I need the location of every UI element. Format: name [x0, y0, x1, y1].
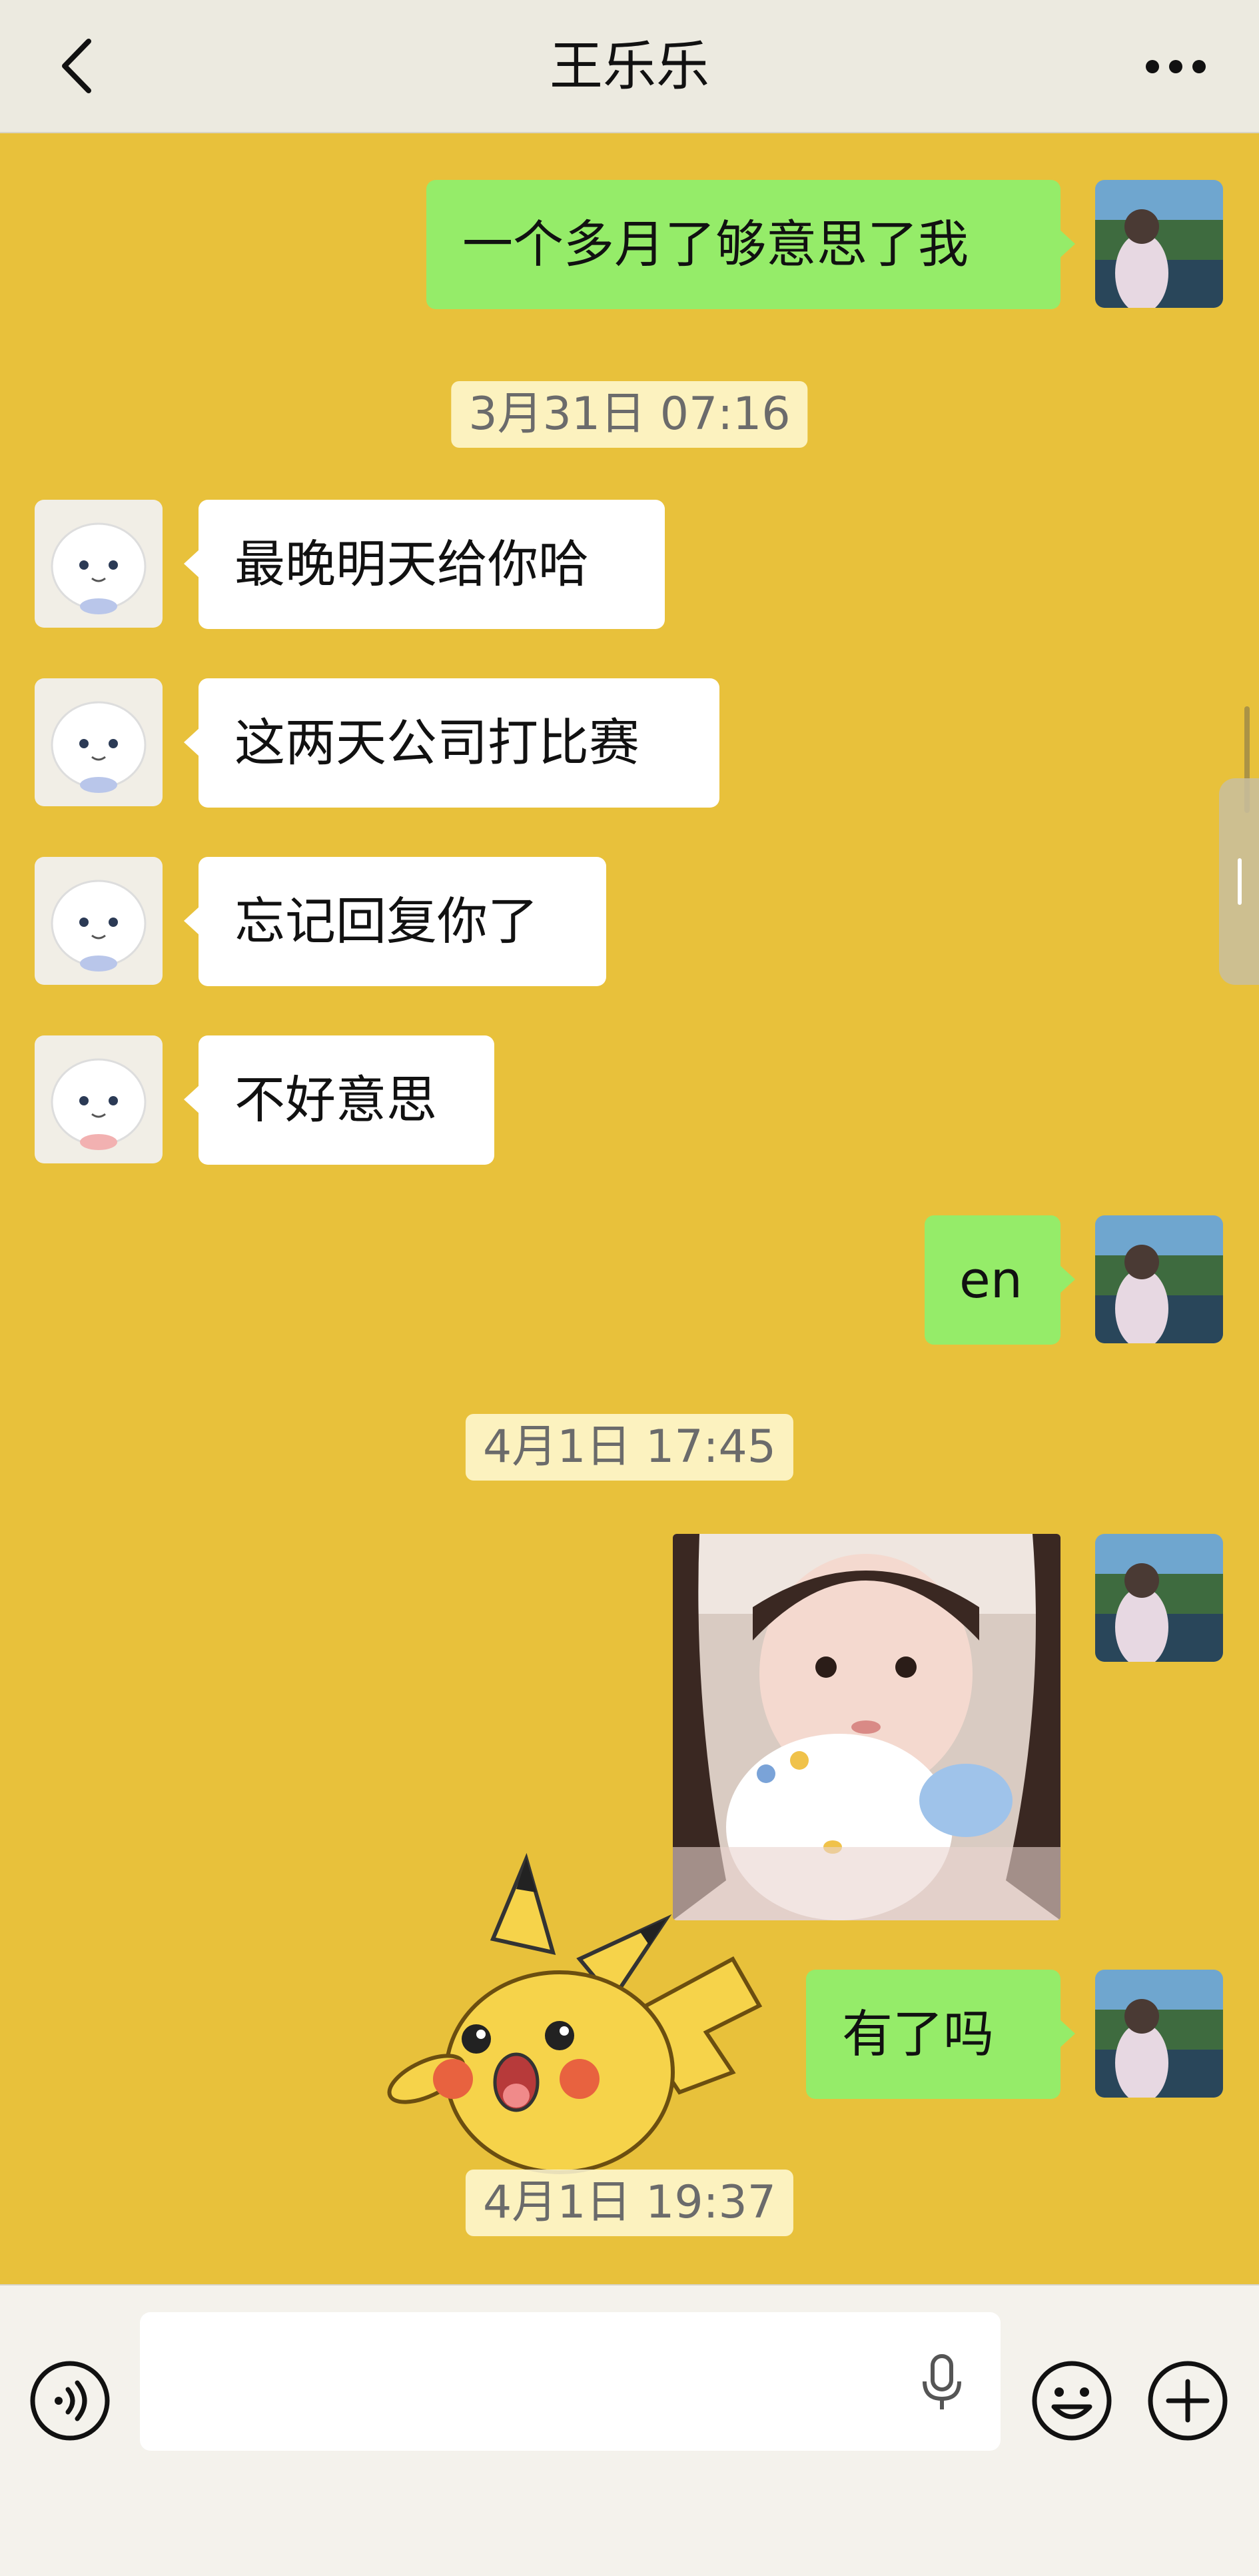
contact-avatar[interactable] [35, 500, 163, 628]
message-bubble-incoming[interactable]: 这两天公司打比赛 [184, 678, 719, 808]
timestamp-label: 4月1日 19:37 [465, 2170, 794, 2236]
scrollbar-handle[interactable] [1219, 778, 1259, 985]
message-bubble-outgoing[interactable]: en [925, 1215, 1075, 1345]
image-message[interactable] [673, 1534, 1060, 1920]
voice-icon [30, 2361, 110, 2441]
my-avatar[interactable] [1095, 1970, 1223, 2098]
emoji-button[interactable] [1029, 2357, 1115, 2444]
microphone-button[interactable] [915, 2352, 969, 2412]
message-input[interactable] [140, 2312, 1001, 2451]
chat-area[interactable]: 一个多月了够意思了我 3月31日 07:16 最晚明天给你哈 这两天公司打比赛 … [0, 0, 1259, 2284]
message-bubble-incoming[interactable]: 最晚明天给你哈 [184, 500, 665, 629]
timestamp-label: 4月1日 17:45 [465, 1414, 794, 1481]
pikachu-sticker [387, 1852, 763, 2174]
contact-avatar[interactable] [35, 857, 163, 985]
timestamp-label: 3月31日 07:16 [451, 381, 808, 448]
message-bubble-incoming[interactable]: 不好意思 [184, 1035, 494, 1165]
more-options-button[interactable] [1132, 33, 1219, 100]
message-bubble-outgoing[interactable]: 一个多月了够意思了我 [426, 180, 1075, 309]
voice-input-button[interactable] [27, 2357, 113, 2444]
more-dots-icon [1146, 60, 1206, 73]
input-bar [0, 2284, 1259, 2576]
chat-title: 王乐乐 [550, 35, 709, 97]
plus-icon [1148, 2361, 1228, 2441]
my-avatar[interactable] [1095, 1215, 1223, 1343]
my-avatar[interactable] [1095, 1534, 1223, 1662]
message-bubble-incoming[interactable]: 忘记回复你了 [184, 857, 606, 986]
more-actions-button[interactable] [1144, 2357, 1231, 2444]
emoji-icon [1032, 2361, 1112, 2441]
chat-header: 王乐乐 [0, 0, 1259, 133]
microphone-icon [923, 2354, 961, 2409]
contact-avatar[interactable] [35, 1035, 163, 1163]
message-bubble-outgoing[interactable]: 有了吗 [806, 1970, 1075, 2099]
contact-avatar[interactable] [35, 678, 163, 806]
my-avatar[interactable] [1095, 180, 1223, 308]
